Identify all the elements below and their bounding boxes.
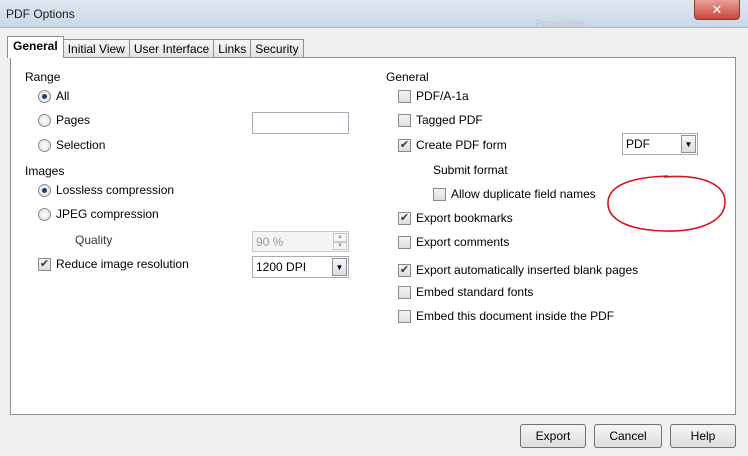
embed-document-option[interactable]: Embed this document inside the PDF xyxy=(398,309,614,323)
tab-security[interactable]: Security xyxy=(250,39,304,58)
reduce-resolution-option[interactable]: ✔ Reduce image resolution xyxy=(38,257,189,271)
chevron-down-icon[interactable]: ▼ xyxy=(332,258,347,276)
range-selection-option[interactable]: Selection xyxy=(38,138,105,152)
pdfa-checkbox[interactable] xyxy=(398,89,411,103)
lossless-label: Lossless compression xyxy=(56,183,175,197)
embed-document-checkbox[interactable] xyxy=(398,309,411,323)
range-all-option[interactable]: All xyxy=(38,89,69,103)
tagged-pdf-checkbox[interactable] xyxy=(398,113,411,127)
embed-fonts-checkbox[interactable] xyxy=(398,285,411,299)
quality-label: Quality xyxy=(75,233,113,247)
submit-format-dropdown[interactable]: PDF ▼ xyxy=(622,133,698,155)
pdfa-label: PDF/A-1a xyxy=(416,89,469,103)
dialog-body: General Initial View User Interface Link… xyxy=(0,28,748,456)
tab-user-interface[interactable]: User Interface xyxy=(128,39,215,58)
quality-spinbox[interactable]: 90 % ▲ ▼ xyxy=(252,231,349,252)
resolution-value: 1200 DPI xyxy=(256,260,307,274)
tagged-pdf-label: Tagged PDF xyxy=(416,113,483,127)
allow-duplicate-label: Allow duplicate field names xyxy=(451,187,596,201)
close-button[interactable]: ✕ xyxy=(694,0,740,20)
tab-general[interactable]: General xyxy=(7,36,64,58)
export-bookmarks-label: Export bookmarks xyxy=(416,211,513,225)
jpeg-radio[interactable] xyxy=(38,207,51,221)
range-section-title: Range xyxy=(25,70,61,84)
images-divider xyxy=(73,170,361,171)
tab-initial-view[interactable]: Initial View xyxy=(62,39,130,58)
lossless-radio[interactable] xyxy=(38,183,51,197)
export-bookmarks-option[interactable]: ✔ Export bookmarks xyxy=(398,211,513,225)
range-divider xyxy=(69,76,361,77)
allow-duplicate-option[interactable]: Allow duplicate field names xyxy=(433,187,596,201)
range-all-label: All xyxy=(56,89,70,103)
title-bar: PDF Options Properties ✕ xyxy=(0,0,748,30)
embed-fonts-option[interactable]: Embed standard fonts xyxy=(398,285,533,299)
resolution-dropdown[interactable]: 1200 DPI ▼ xyxy=(252,256,349,278)
range-all-radio[interactable] xyxy=(38,89,51,103)
quality-spin-buttons[interactable]: ▲ ▼ xyxy=(333,233,347,250)
range-selection-radio[interactable] xyxy=(38,138,51,152)
embed-document-label: Embed this document inside the PDF xyxy=(416,309,615,323)
range-pages-label: Pages xyxy=(56,113,91,127)
images-section-title: Images xyxy=(25,164,65,178)
quality-value: 90 % xyxy=(256,234,284,249)
submit-format-label: Submit format xyxy=(433,163,508,177)
export-bookmarks-checkbox[interactable]: ✔ xyxy=(398,211,411,225)
cancel-button-label: Cancel xyxy=(609,429,647,443)
tab-bar: General Initial View User Interface Link… xyxy=(7,36,304,58)
export-blank-pages-option[interactable]: ✔ Export automatically inserted blank pa… xyxy=(398,263,638,277)
range-pages-option[interactable]: Pages xyxy=(38,113,90,127)
create-pdf-form-option[interactable]: ✔ Create PDF form xyxy=(398,138,507,152)
reduce-resolution-label: Reduce image resolution xyxy=(56,257,189,271)
range-selection-label: Selection xyxy=(56,138,106,152)
export-comments-checkbox[interactable] xyxy=(398,235,411,249)
help-button[interactable]: Help xyxy=(670,424,736,448)
create-pdf-form-checkbox[interactable]: ✔ xyxy=(398,138,411,152)
general-divider xyxy=(431,76,723,77)
jpeg-compression-option[interactable]: JPEG compression xyxy=(38,207,159,221)
close-icon: ✕ xyxy=(711,1,723,17)
export-button[interactable]: Export xyxy=(520,424,586,448)
export-blank-pages-label: Export automatically inserted blank page… xyxy=(416,263,639,277)
help-button-label: Help xyxy=(690,429,716,443)
jpeg-label: JPEG compression xyxy=(56,207,159,221)
export-comments-label: Export comments xyxy=(416,235,510,249)
general-section-title: General xyxy=(386,70,429,84)
tagged-pdf-option[interactable]: Tagged PDF xyxy=(398,113,483,127)
reduce-resolution-checkbox[interactable]: ✔ xyxy=(38,257,51,271)
lossless-compression-option[interactable]: Lossless compression xyxy=(38,183,174,197)
export-blank-pages-checkbox[interactable]: ✔ xyxy=(398,263,411,277)
spin-up-icon[interactable]: ▲ xyxy=(333,233,347,242)
create-pdf-form-label: Create PDF form xyxy=(416,138,507,152)
cancel-button[interactable]: Cancel xyxy=(594,424,662,448)
window-title: PDF Options xyxy=(6,7,75,21)
chevron-down-icon[interactable]: ▼ xyxy=(681,135,696,153)
general-tab-panel: Range All Pages Selection Images Lossles… xyxy=(10,57,736,415)
submit-format-value: PDF xyxy=(626,137,650,151)
pdfa-option[interactable]: PDF/A-1a xyxy=(398,89,469,103)
allow-duplicate-checkbox[interactable] xyxy=(433,187,446,201)
range-pages-radio[interactable] xyxy=(38,113,51,127)
pages-input[interactable] xyxy=(252,112,349,134)
export-button-label: Export xyxy=(535,429,571,443)
tab-links[interactable]: Links xyxy=(213,39,252,58)
embed-fonts-label: Embed standard fonts xyxy=(416,285,534,299)
spin-down-icon[interactable]: ▼ xyxy=(333,241,347,250)
export-comments-option[interactable]: Export comments xyxy=(398,235,509,249)
